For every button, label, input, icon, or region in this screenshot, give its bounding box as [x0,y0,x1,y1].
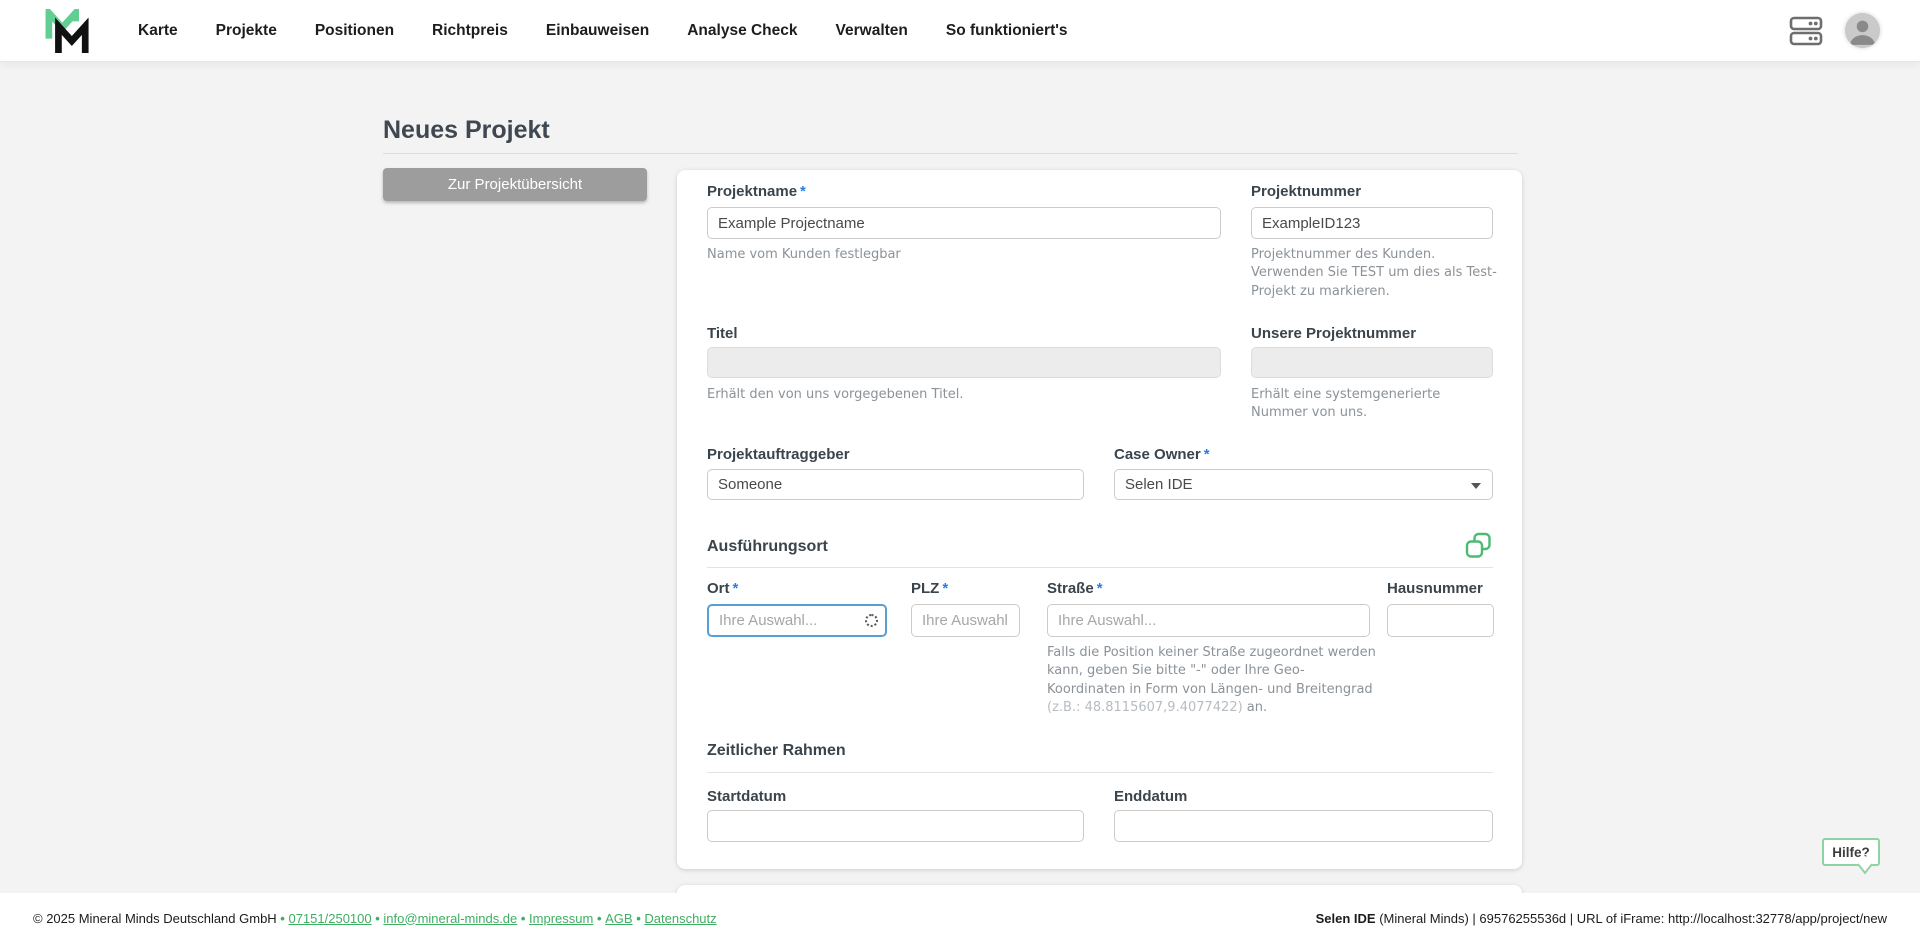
strasse-label: Straße * [1047,580,1103,597]
nav-item-verwalten[interactable]: Verwalten [817,22,927,40]
plz-input[interactable] [911,604,1020,637]
hausnummer-label: Hausnummer [1387,580,1483,597]
case-owner-label: Case Owner * [1114,446,1210,463]
copyright-text: © 2025 Mineral Minds Deutschland GmbH [33,910,277,926]
ort-label: Ort * [707,580,739,597]
startdatum-label: Startdatum [707,788,787,805]
strasse-helper: Falls die Position keiner Straße zugeord… [1047,645,1376,716]
ort-input[interactable] [707,604,887,637]
required-asterisk: * [732,580,739,597]
enddatum-input[interactable] [1114,810,1493,842]
help-button[interactable]: Hilfe? [1822,838,1880,866]
new-project-form-card: Projektname* Name vom Kunden festlegbar … [677,170,1522,869]
required-asterisk: * [942,580,949,597]
nav-item-richtpreis[interactable]: Richtpreis [413,22,527,40]
footer-link[interactable]: 07151/250100 [288,911,371,926]
loading-spinner-icon [865,614,878,627]
required-asterisk: * [800,183,806,200]
section-divider [707,772,1493,773]
server-icon[interactable] [1789,15,1823,47]
top-navbar: Karte Projekte Positionen Richtpreis Einbauw… [0,0,1920,61]
projektname-label: Projektname * [707,183,806,200]
footer-link[interactable]: AGB [605,911,632,926]
ausfuehrungsort-heading: Ausführungsort [707,538,828,555]
nav-item-positionen[interactable]: Positionen [296,22,413,40]
bullet-separator: • [632,910,645,926]
zeitlicher-rahmen-heading: Zeitlicher Rahmen [707,742,846,759]
nav-item-karte[interactable]: Karte [119,22,197,40]
projektname-input[interactable] [707,207,1221,239]
unsere-projektnummer-helper: Erhält eine systemgenerierte Nummer von … [1251,387,1441,421]
bullet-separator: • [517,910,530,926]
ort-field [707,604,887,637]
footer: © 2025 Mineral Minds Deutschland GmbH • … [0,893,1920,943]
case-owner-select[interactable]: Selen IDE [1114,469,1493,500]
nav-menu: Karte Projekte Positionen Richtpreis Einbauw… [119,0,1087,61]
nav-item-so-funktioniert-s[interactable]: So funktioniert's [927,22,1087,40]
startdatum-input[interactable] [707,810,1084,842]
titel-helper: Erhält den von uns vorgegebenen Titel. [707,387,964,402]
footer-link[interactable]: info@mineral-minds.de [383,911,517,926]
footer-user: Selen IDE [1315,910,1376,926]
user-avatar-icon[interactable] [1845,13,1880,48]
copy-icon[interactable] [1465,532,1492,559]
bullet-separator: • [371,910,384,926]
required-asterisk: * [1096,580,1103,597]
footer-link[interactable]: Impressum [529,911,593,926]
plz-label: PLZ * [911,580,949,597]
navbar-right [1789,0,1880,61]
footer-link[interactable]: Datenschutz [644,911,716,926]
required-asterisk: * [1203,446,1210,463]
unsere-projektnummer-input [1251,347,1493,378]
projektnummer-input[interactable] [1251,207,1493,239]
projektnummer-label: Projektnummer [1251,183,1362,200]
nav-item-projekte[interactable]: Projekte [197,22,296,40]
footer-left: © 2025 Mineral Minds Deutschland GmbH • … [33,911,717,926]
projektauftraggeber-input[interactable] [707,469,1084,500]
title-divider [383,153,1518,154]
titel-input [707,347,1221,378]
titel-label: Titel [707,325,738,342]
nav-item-analyse-check[interactable]: Analyse Check [668,22,816,40]
nav-item-einbauweisen[interactable]: Einbauweisen [527,22,668,40]
bullet-separator: • [276,910,289,926]
unsere-projektnummer-label: Unsere Projektnummer [1251,325,1417,342]
section-divider [707,567,1493,568]
hausnummer-input[interactable] [1387,604,1494,637]
enddatum-label: Enddatum [1114,788,1188,805]
case-owner-value: Selen IDE [1125,476,1193,493]
page-title: Neues Projekt [383,116,550,144]
projektname-helper: Name vom Kunden festlegbar [707,247,901,262]
footer-status-text: Selen IDE (Mineral Minds) | 69576255536d… [1315,910,1887,926]
bullet-separator: • [593,910,606,926]
footer-links: • 07151/250100 • info@mineral-minds.de •… [276,910,716,926]
projektauftraggeber-label: Projektauftraggeber [707,446,850,463]
mineral-minds-logo-icon[interactable] [44,9,92,53]
projektnummer-helper: Projektnummer des Kunden. Verwenden Sie … [1251,247,1497,299]
project-overview-button[interactable]: Zur Projektübersicht [383,168,647,201]
chevron-down-icon [1471,483,1481,489]
strasse-input[interactable] [1047,604,1370,637]
